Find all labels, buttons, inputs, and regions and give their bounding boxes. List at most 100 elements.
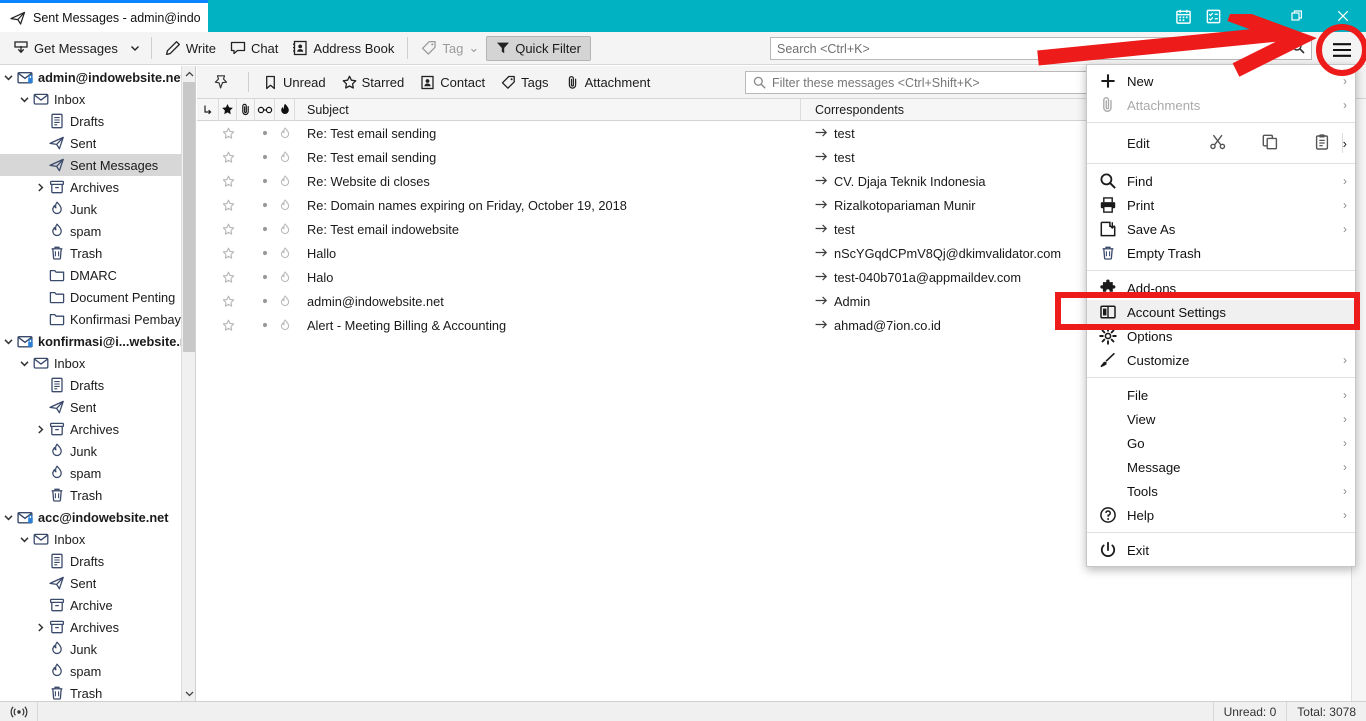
folder-row-inbox[interactable]: Inbox [0, 528, 195, 550]
folder-row-acc-indowebsite-net[interactable]: acc@indowebsite.net [0, 506, 195, 528]
app-menu-panel[interactable]: New › Attachments › Edit › Find › Print › Save As ›… [1086, 64, 1356, 567]
row-read-dot-icon[interactable] [255, 217, 275, 241]
folder-pane-scrollbar[interactable] [181, 66, 195, 701]
tag-dropdown-caret[interactable]: ⌄ [468, 40, 479, 56]
menu-item-options[interactable]: Options [1087, 324, 1355, 348]
folder-row-konfirmasi-pembayaran[interactable]: Konfirmasi Pembayaran [0, 308, 195, 330]
menu-item-new[interactable]: New › [1087, 69, 1355, 93]
filter-starred-button[interactable]: Starred [334, 70, 413, 95]
folder-twisty[interactable] [32, 622, 48, 632]
folder-row-junk[interactable]: Junk [0, 198, 195, 220]
get-messages-button[interactable]: Get Messages [6, 35, 125, 61]
folder-twisty[interactable] [16, 359, 32, 368]
menu-item-tools[interactable]: Tools › [1087, 479, 1355, 503]
folder-pane[interactable]: admin@indowebsite.net Inbox Drafts Sent Sent… [0, 66, 196, 701]
folder-row-junk[interactable]: Junk [0, 638, 195, 660]
folder-twisty[interactable] [0, 73, 16, 82]
row-junk-icon[interactable] [275, 313, 295, 337]
row-junk-icon[interactable] [275, 145, 295, 169]
row-junk-icon[interactable] [275, 241, 295, 265]
folder-row-archives[interactable]: Archives [0, 418, 195, 440]
row-junk-icon[interactable] [275, 121, 295, 145]
row-star-icon[interactable] [219, 241, 237, 265]
tasks-icon[interactable] [1198, 0, 1228, 32]
calendar-icon[interactable] [1168, 0, 1198, 32]
row-star-icon[interactable] [219, 193, 237, 217]
column-star-icon[interactable] [219, 98, 237, 121]
folder-row-document-penting[interactable]: Document Penting [0, 286, 195, 308]
tag-button[interactable]: Tag ⌄ [414, 35, 486, 61]
menu-item-empty-trash[interactable]: Empty Trash [1087, 241, 1355, 265]
get-messages-dropdown[interactable] [125, 35, 145, 61]
row-star-icon[interactable] [219, 313, 237, 337]
row-star-icon[interactable] [219, 265, 237, 289]
menu-item-add-ons[interactable]: Add-ons [1087, 276, 1355, 300]
column-junk-icon[interactable] [275, 98, 295, 121]
row-junk-icon[interactable] [275, 169, 295, 193]
minimize-button[interactable] [1228, 0, 1274, 32]
folder-row-sent[interactable]: Sent [0, 572, 195, 594]
row-star-icon[interactable] [219, 289, 237, 313]
row-star-icon[interactable] [219, 169, 237, 193]
folder-row-drafts[interactable]: Drafts [0, 110, 195, 132]
row-read-dot-icon[interactable] [255, 289, 275, 313]
menu-item-save-as[interactable]: Save As › [1087, 217, 1355, 241]
folder-twisty[interactable] [16, 95, 32, 104]
chat-button[interactable]: Chat [223, 35, 285, 61]
menu-item-exit[interactable]: Exit [1087, 538, 1355, 562]
folder-twisty[interactable] [32, 182, 48, 192]
row-read-dot-icon[interactable] [255, 193, 275, 217]
row-junk-icon[interactable] [275, 289, 295, 313]
row-read-dot-icon[interactable] [255, 241, 275, 265]
folder-row-spam[interactable]: spam [0, 462, 195, 484]
row-junk-icon[interactable] [275, 193, 295, 217]
restore-button[interactable] [1274, 0, 1320, 32]
row-read-dot-icon[interactable] [255, 145, 275, 169]
menu-item-attachments[interactable]: Attachments › [1087, 93, 1355, 117]
row-read-dot-icon[interactable] [255, 265, 275, 289]
address-book-button[interactable]: Address Book [285, 35, 401, 61]
folder-row-trash[interactable]: Trash [0, 242, 195, 264]
column-unread-icon[interactable] [255, 98, 275, 121]
folder-row-dmarc[interactable]: DMARC [0, 264, 195, 286]
column-subject[interactable]: Subject [295, 98, 801, 121]
folder-row-junk[interactable]: Junk [0, 440, 195, 462]
offline-icon[interactable] [0, 701, 38, 721]
folder-row-trash[interactable]: Trash [0, 682, 195, 701]
folder-row-spam[interactable]: spam [0, 660, 195, 682]
quick-filter-button[interactable]: Quick Filter [486, 35, 591, 61]
folder-row-konfirmasi-i-website-net[interactable]: konfirmasi@i...website.net [0, 330, 195, 352]
folder-row-trash[interactable]: Trash [0, 484, 195, 506]
tab-sent-messages[interactable]: Sent Messages - admin@indow [0, 0, 208, 32]
column-thread-icon[interactable] [197, 98, 219, 121]
row-star-icon[interactable] [219, 217, 237, 241]
folder-twisty[interactable] [16, 535, 32, 544]
menu-item-account-settings[interactable]: Account Settings [1087, 300, 1355, 324]
folder-row-admin-indowebsite-net[interactable]: admin@indowebsite.net [0, 66, 195, 88]
menu-item-print[interactable]: Print › [1087, 193, 1355, 217]
row-star-icon[interactable] [219, 145, 237, 169]
row-junk-icon[interactable] [275, 217, 295, 241]
folder-row-inbox[interactable]: Inbox [0, 88, 195, 110]
column-attachment-icon[interactable] [237, 98, 255, 121]
folder-row-inbox[interactable]: Inbox [0, 352, 195, 374]
folder-row-sent[interactable]: Sent [0, 132, 195, 154]
menu-item-message[interactable]: Message › [1087, 455, 1355, 479]
folder-row-archives[interactable]: Archives [0, 176, 195, 198]
write-button[interactable]: Write [158, 35, 223, 61]
filter-attachment-button[interactable]: Attachment [557, 70, 659, 95]
filter-tags-button[interactable]: Tags [493, 70, 556, 95]
paste-icon[interactable] [1313, 133, 1331, 154]
search-input[interactable]: Search <Ctrl+K> [770, 37, 1312, 60]
copy-icon[interactable] [1261, 133, 1279, 154]
cut-icon[interactable] [1209, 133, 1227, 154]
app-menu-button[interactable] [1322, 31, 1362, 69]
folder-row-drafts[interactable]: Drafts [0, 550, 195, 572]
menu-item-find[interactable]: Find › [1087, 169, 1355, 193]
quick-filter-pin-button[interactable] [205, 70, 242, 95]
filter-contact-button[interactable]: Contact [412, 70, 493, 95]
folder-row-spam[interactable]: spam [0, 220, 195, 242]
row-star-icon[interactable] [219, 121, 237, 145]
filter-unread-button[interactable]: Unread [255, 70, 334, 95]
menu-item-file[interactable]: File › [1087, 383, 1355, 407]
